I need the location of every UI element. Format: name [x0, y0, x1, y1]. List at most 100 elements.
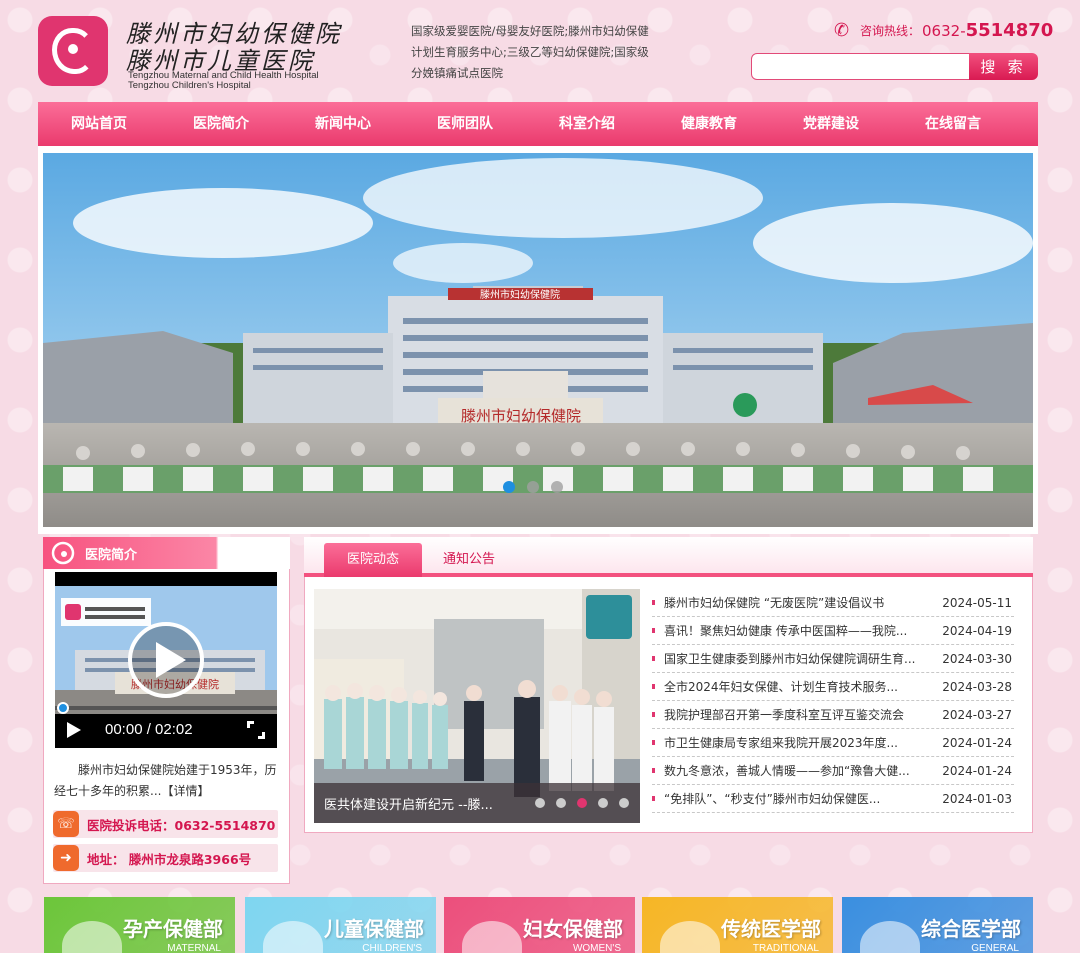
department-link-3[interactable]: 妇女保健部 WOMEN'S	[444, 897, 635, 953]
address-text: 地址： 滕州市龙泉路3966号	[87, 851, 252, 867]
news-item[interactable]: 滕州市妇幼保健院 “无废医院”建设倡议书 2024-05-11	[652, 589, 1014, 617]
news-list: 滕州市妇幼保健院 “无废医院”建设倡议书 2024-05-11 喜讯！聚焦妇幼健康 …	[652, 589, 1014, 813]
nav-departments[interactable]: 科室介绍	[526, 102, 648, 146]
nav-doctors[interactable]: 医师团队	[404, 102, 526, 146]
photo-dots	[535, 798, 629, 808]
play-icon[interactable]	[128, 622, 204, 698]
nav-news[interactable]: 新闻中心	[282, 102, 404, 146]
department-name: 孕产保健部	[123, 917, 223, 941]
fullscreen-icon[interactable]	[247, 721, 265, 739]
department-figure-icon	[462, 921, 522, 953]
department-link-5[interactable]: 综合医学部 GENERAL	[842, 897, 1033, 953]
intro-more-link[interactable]: ...更多	[250, 546, 283, 562]
search-input[interactable]	[751, 53, 970, 80]
banner-slideshow[interactable]: 滕州市妇幼保健院 滕州市妇幼保健院	[43, 153, 1033, 527]
photo-caption-bar: 医共体建设开启新纪元 --滕...	[314, 783, 640, 823]
news-item[interactable]: 全市2024年妇女保健、计划生育技术服务... 2024-03-28	[652, 673, 1014, 701]
news-date: 2024-01-24	[942, 763, 1012, 778]
photo-dot-3[interactable]	[577, 798, 587, 808]
department-link-2[interactable]: 儿童保健部 CHILDREN'S	[245, 897, 436, 953]
building-sign: 滕州市妇幼保健院	[480, 288, 560, 301]
tab-notices[interactable]: 通知公告	[434, 543, 504, 577]
bullet-icon	[652, 600, 655, 605]
news-item[interactable]: 国家卫生健康委到滕州市妇幼保健院调研生育... 2024-03-30	[652, 645, 1014, 673]
video-progress-handle[interactable]	[57, 702, 69, 714]
bullet-icon	[652, 740, 655, 745]
intro-panel-header: 医院简介 ...更多	[43, 537, 290, 569]
banner-dot-3[interactable]	[551, 481, 563, 493]
news-date: 2024-03-27	[942, 707, 1012, 722]
nav-about[interactable]: 医院简介	[160, 102, 282, 146]
department-link-1[interactable]: 孕产保健部 MATERNAL	[44, 897, 235, 953]
department-name-en: CHILDREN'S	[362, 943, 422, 953]
play-small-icon[interactable]	[67, 722, 81, 738]
signpost-icon: ➜	[53, 845, 79, 871]
address: ➜ 地址： 滕州市龙泉路3966号	[53, 844, 278, 872]
bullet-icon	[652, 656, 655, 661]
news-title[interactable]: “免排队”、“秒支付”滕州市妇幼保健医...	[664, 790, 936, 807]
hotline-prefix: 0632-	[922, 21, 966, 40]
banner-dot-1[interactable]	[503, 481, 515, 493]
hotline: ✆ 咨询热线： 0632- 5514870	[834, 20, 1053, 41]
intro-text: 滕州市妇幼保健院始建于1953年，历经七十多年的积累...【详情】	[54, 760, 280, 802]
news-item[interactable]: 喜讯！聚焦妇幼健康 传承中医国粹——我院... 2024-04-19	[652, 617, 1014, 645]
department-name-en: GENERAL	[971, 943, 1019, 953]
nav-health-education[interactable]: 健康教育	[648, 102, 770, 146]
video-progress-track[interactable]	[55, 706, 277, 710]
department-link-4[interactable]: 传统医学部 TRADITIONAL	[642, 897, 833, 953]
news-item[interactable]: 市卫生健康局专家组来我院开展2023年度... 2024-01-24	[652, 729, 1014, 757]
news-title[interactable]: 我院护理部召开第一季度科室互评互鉴交流会	[664, 706, 936, 723]
hospital-building-photo: 滕州市妇幼保健院 滕州市妇幼保健院	[43, 153, 1033, 527]
photo-dot-4[interactable]	[598, 798, 608, 808]
news-title[interactable]: 喜讯！聚焦妇幼健康 传承中医国粹——我院...	[664, 622, 936, 639]
complaint-phone-text: 医院投诉电话：0632-5514870	[87, 817, 276, 833]
nav-home[interactable]: 网站首页	[38, 102, 160, 146]
news-title[interactable]: 滕州市妇幼保健院 “无废医院”建设倡议书	[664, 594, 936, 611]
gate-sign: 滕州市妇幼保健院	[461, 407, 581, 425]
department-name: 妇女保健部	[523, 917, 623, 941]
banner-dots	[503, 481, 563, 493]
news-date: 2024-03-30	[942, 651, 1012, 666]
hotline-number: 5514870	[965, 20, 1054, 41]
bullet-icon	[652, 628, 655, 633]
department-figure-icon	[660, 921, 720, 953]
photo-dot-2[interactable]	[556, 798, 566, 808]
news-title[interactable]: 市卫生健康局专家组来我院开展2023年度...	[664, 734, 936, 751]
news-item[interactable]: 数九冬意浓，善城人情暖——参加“豫鲁大健... 2024-01-24	[652, 757, 1014, 785]
photo-caption[interactable]: 医共体建设开启新纪元 --滕...	[324, 794, 493, 813]
hospital-slogan: 国家级爱婴医院/母婴友好医院;滕州市妇幼保健计划生育服务中心;三级乙等妇幼保健院…	[411, 24, 649, 80]
news-photo-slideshow[interactable]: 医共体建设开启新纪元 --滕...	[314, 589, 640, 823]
nav-message[interactable]: 在线留言	[892, 102, 1014, 146]
intro-video-player[interactable]: 滕州市妇幼保健院 00:00 / 02:02	[55, 572, 277, 748]
department-name-en: MATERNAL	[167, 943, 221, 953]
news-item[interactable]: 我院护理部召开第一季度科室互评互鉴交流会 2024-03-27	[652, 701, 1014, 729]
nav-party-building[interactable]: 党群建设	[770, 102, 892, 146]
news-date: 2024-04-19	[942, 623, 1012, 638]
department-name: 传统医学部	[721, 917, 821, 941]
news-date: 2024-01-03	[942, 791, 1012, 806]
news-title[interactable]: 全市2024年妇女保健、计划生育技术服务...	[664, 678, 936, 695]
department-figure-icon	[62, 921, 122, 953]
bullet-icon	[652, 796, 655, 801]
department-name: 儿童保健部	[324, 917, 424, 941]
news-date: 2024-03-28	[942, 679, 1012, 694]
search-button[interactable]: 搜 索	[969, 53, 1038, 80]
news-date: 2024-01-24	[942, 735, 1012, 750]
bullet-icon	[652, 684, 655, 689]
news-title[interactable]: 国家卫生健康委到滕州市妇幼保健院调研生育...	[664, 650, 936, 667]
banner-dot-2[interactable]	[527, 481, 539, 493]
tab-hospital-news[interactable]: 医院动态	[324, 543, 422, 577]
news-title[interactable]: 数九冬意浓，善城人情暖——参加“豫鲁大健...	[664, 762, 936, 779]
hospital-logo-icon[interactable]	[38, 16, 108, 86]
main-nav: 网站首页 医院简介 新闻中心 医师团队 科室介绍 健康教育 党群建设 在线留言	[38, 102, 1038, 146]
phone-icon: ✆	[834, 19, 850, 41]
department-name-en: TRADITIONAL	[752, 943, 819, 953]
news-item[interactable]: “免排队”、“秒支付”滕州市妇幼保健医... 2024-01-03	[652, 785, 1014, 813]
hospital-name-en-2: Tengzhou Children's Hospital	[128, 80, 251, 91]
bullet-icon	[652, 712, 655, 717]
photo-dot-5[interactable]	[619, 798, 629, 808]
video-time: 00:00 / 02:02	[105, 721, 193, 738]
photo-dot-1[interactable]	[535, 798, 545, 808]
intro-detail-link[interactable]: 【详情】	[161, 784, 209, 798]
hospital-emblem-icon	[51, 541, 75, 565]
